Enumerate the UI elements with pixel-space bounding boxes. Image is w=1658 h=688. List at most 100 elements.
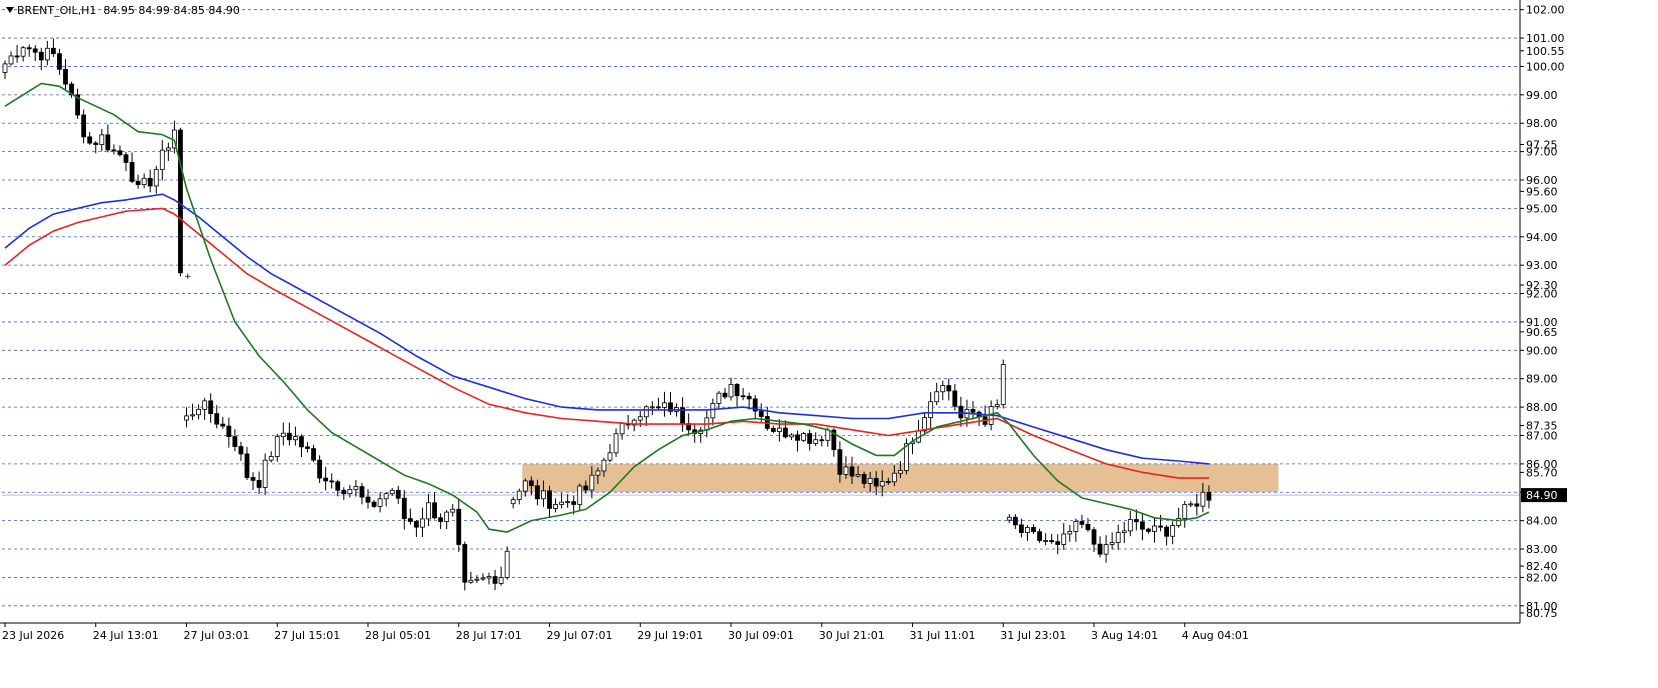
ohlc-readout: 84.95 84.99 84.85 84.90 (103, 4, 240, 17)
candle-up (565, 501, 571, 504)
candle-up (637, 416, 643, 421)
candle-down (323, 477, 329, 482)
y-tick-label: 100.00 (1526, 60, 1565, 73)
candle-down (837, 449, 843, 475)
candle-down (244, 453, 250, 478)
candle-down (795, 434, 800, 441)
candle-down (26, 47, 32, 50)
price-chart[interactable]: 102.00101.00100.55100.0099.0098.0097.259… (0, 0, 1658, 684)
y-tick-label: 95.60 (1526, 185, 1558, 198)
candle-down (1012, 516, 1018, 526)
candle-down (129, 161, 135, 182)
candle-down (1049, 540, 1055, 543)
candle-down (111, 149, 117, 152)
candle-up (607, 452, 613, 461)
y-tick-label: 84.00 (1526, 515, 1558, 528)
candle-up (280, 432, 286, 438)
candle-up (159, 149, 165, 170)
x-tick-label: 24 Jul 13:01 (93, 629, 159, 642)
candle-up (202, 400, 208, 410)
candle-up (1043, 540, 1048, 542)
candle-down (528, 480, 534, 487)
x-tick-label: 27 Jul 15:01 (274, 629, 340, 642)
candle-up (268, 456, 274, 461)
candle-down (57, 53, 62, 70)
dropdown-triangle-icon[interactable] (6, 7, 14, 13)
candle-up (420, 518, 425, 528)
candle-up (577, 485, 583, 505)
candle-up (1127, 519, 1133, 532)
candle-down (1037, 531, 1042, 541)
candle-down (1019, 524, 1024, 533)
y-tick-label: 102.00 (1526, 4, 1565, 17)
candle-up (1170, 525, 1176, 537)
y-tick-label: 101.00 (1526, 32, 1565, 45)
candle-down (849, 466, 855, 477)
candle-up (389, 489, 395, 495)
candle-down (365, 496, 371, 503)
candle-down (547, 490, 552, 509)
current-price-label: 84.90 (1526, 489, 1558, 502)
candle-up (190, 414, 195, 417)
candle-down (1055, 541, 1061, 545)
candle-up (710, 403, 716, 419)
candle-up (595, 470, 601, 476)
x-tick-label: 29 Jul 19:01 (637, 629, 703, 642)
candle-up (274, 436, 280, 457)
chart-title: BRENT_OIL,H1 84.95 84.99 84.85 84.90 (6, 4, 240, 17)
candle-down (81, 114, 87, 138)
x-tick-label: 27 Jul 03:01 (184, 629, 250, 642)
candle-up (934, 391, 940, 403)
candle-up (468, 579, 474, 583)
candle-up (426, 502, 431, 520)
candle-down (1091, 529, 1097, 545)
candle-up (353, 486, 359, 490)
candle-down (740, 395, 746, 398)
candle-up (589, 474, 595, 491)
candle-down (359, 486, 365, 498)
candle-up (480, 577, 486, 580)
candle-up (184, 415, 189, 421)
candle-down (335, 481, 341, 491)
candle-down (783, 427, 788, 438)
candle-down (407, 518, 413, 522)
candle-up (898, 469, 903, 474)
candle-up (553, 504, 558, 509)
candle-up (1067, 531, 1073, 535)
chart-window[interactable]: 102.00 101.00 100.55 100.00 99.00 98.00 97.25 9… (0, 0, 1658, 684)
candle-down (413, 521, 419, 528)
candle-up (1200, 491, 1206, 507)
candle-up (1006, 516, 1012, 521)
candle-down (952, 390, 958, 407)
candle-down (250, 477, 256, 481)
x-tick-label: 29 Jul 07:01 (547, 629, 613, 642)
candle-down (208, 400, 214, 415)
candle-down (299, 436, 304, 448)
candle-up (777, 427, 782, 432)
candle-down (341, 489, 347, 495)
candle-down (232, 436, 238, 447)
y-tick-label: 99.00 (1526, 89, 1558, 102)
y-tick-label: 88.00 (1526, 401, 1558, 414)
candle-up (1109, 542, 1115, 545)
candle-up (141, 177, 147, 185)
candle-down (135, 181, 141, 185)
candle-down (395, 489, 401, 499)
candle-up (1000, 364, 1006, 405)
x-tick-label: 23 Jul 2026 (2, 629, 64, 642)
candle-up (444, 511, 450, 522)
candle-up (801, 433, 806, 441)
candle-down (571, 501, 577, 505)
candle-up (728, 383, 734, 398)
candle-up (879, 481, 885, 487)
candle-down (1206, 491, 1212, 501)
candle-up (716, 392, 722, 404)
candle-up (928, 401, 934, 418)
candle-down (147, 177, 153, 187)
candle-down (1164, 526, 1169, 537)
candle-down (1031, 527, 1036, 533)
candle-down (63, 68, 68, 85)
y-tick-label: 95.00 (1526, 202, 1558, 215)
candle-down (1085, 523, 1091, 531)
candle-down (123, 154, 129, 163)
